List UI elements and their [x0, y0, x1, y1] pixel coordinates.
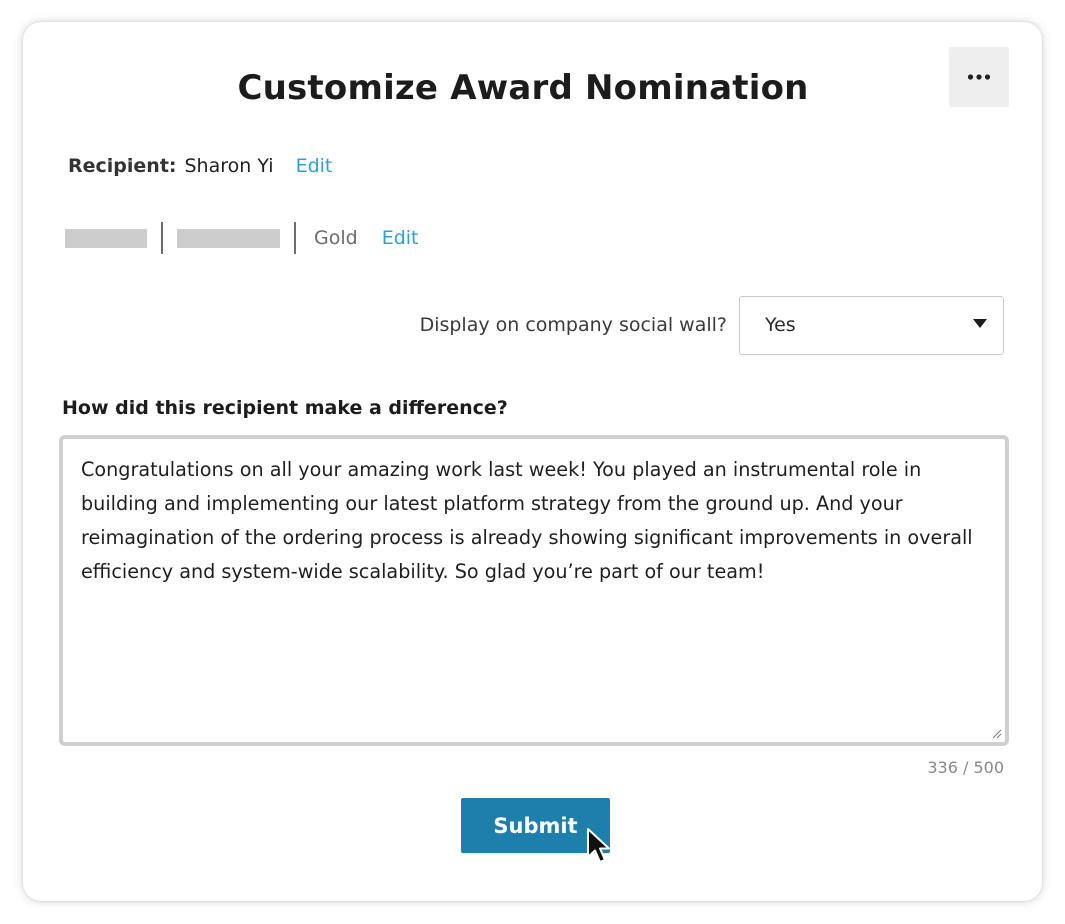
dialog-title: Customize Award Nomination — [237, 68, 809, 108]
message-textarea[interactable]: Congratulations on all your amazing work… — [59, 435, 1009, 746]
more-options-button[interactable] — [949, 47, 1009, 107]
message-text: Congratulations on all your amazing work… — [81, 458, 973, 583]
award-level: Gold — [314, 227, 358, 249]
divider — [161, 222, 163, 254]
mouse-pointer-icon — [587, 828, 610, 863]
message-question-label: How did this recipient make a difference… — [62, 397, 508, 419]
recipient-name: Sharon Yi — [184, 155, 274, 177]
resize-handle-icon[interactable] — [992, 729, 1002, 739]
recipient-row: Recipient: Sharon Yi Edit — [68, 155, 332, 177]
redacted-award-category — [65, 228, 147, 248]
award-row: Gold Edit — [65, 222, 418, 254]
ellipsis-icon — [967, 74, 991, 80]
social-wall-selected-value: Yes — [765, 314, 796, 336]
social-wall-select[interactable]: Yes — [739, 296, 1004, 355]
social-wall-label: Display on company social wall? — [419, 314, 727, 336]
edit-award-link[interactable]: Edit — [382, 227, 419, 249]
edit-recipient-link[interactable]: Edit — [296, 155, 333, 177]
recipient-label: Recipient: — [68, 155, 177, 177]
nomination-dialog: Customize Award Nomination Recipient: Sh… — [23, 22, 1042, 901]
divider — [294, 222, 296, 254]
caret-down-icon — [973, 319, 987, 328]
character-count: 336 / 500 — [927, 758, 1004, 777]
redacted-award-type — [177, 228, 280, 248]
